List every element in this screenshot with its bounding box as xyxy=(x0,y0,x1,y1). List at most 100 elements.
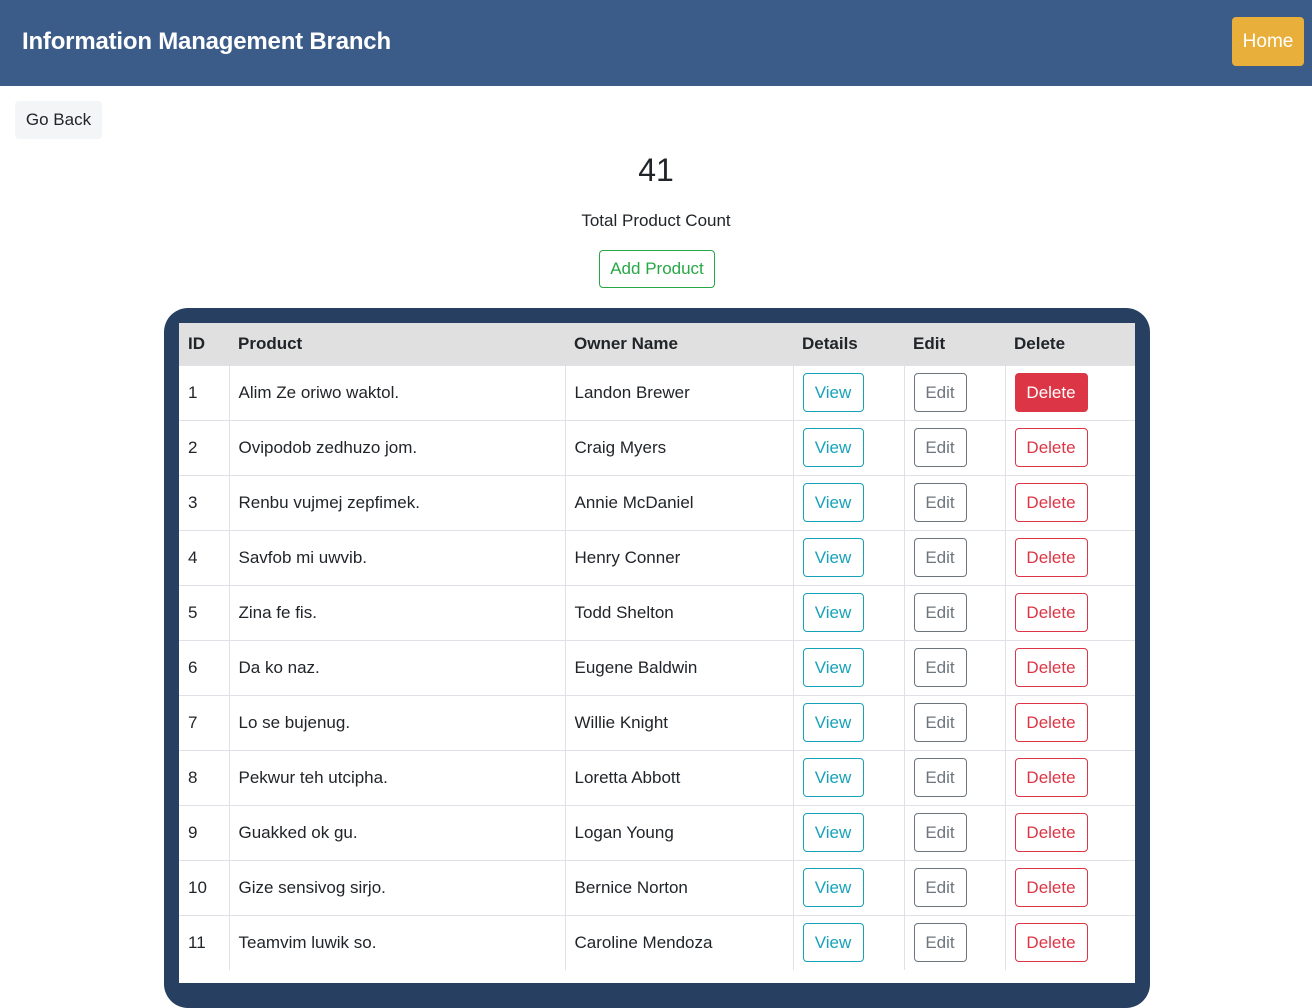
view-button[interactable]: View xyxy=(802,483,864,522)
cell-product: Da ko naz. xyxy=(228,640,565,695)
delete-button[interactable]: Delete xyxy=(1014,538,1088,577)
column-header-id: ID xyxy=(188,333,205,353)
cell-owner-name: Eugene Baldwin xyxy=(564,640,793,695)
cell-owner-name: Bernice Norton xyxy=(564,860,793,915)
cell-details: View xyxy=(792,915,904,970)
view-button[interactable]: View xyxy=(802,593,864,632)
edit-button[interactable]: Edit xyxy=(913,428,967,467)
cell-delete: Delete xyxy=(1004,805,1135,860)
cell-product: Ovipodob zedhuzo jom. xyxy=(228,420,565,475)
cell-edit: Edit xyxy=(903,420,1005,475)
delete-button[interactable]: Delete xyxy=(1014,648,1088,687)
cell-owner-name: Logan Young xyxy=(564,805,793,860)
cell-edit: Edit xyxy=(903,365,1005,420)
delete-button[interactable]: Delete xyxy=(1014,428,1088,467)
table-row: 9 Guakked ok gu. Logan Young View Edit Delete xyxy=(179,805,1135,860)
cell-product: Pekwur teh utcipha. xyxy=(228,750,565,805)
view-button[interactable]: View xyxy=(802,703,864,742)
navbar: Information Management Branch Home xyxy=(0,0,1312,86)
table-row: 1 Alim Ze oriwo waktol. Landon Brewer View E… xyxy=(179,365,1135,420)
edit-button[interactable]: Edit xyxy=(913,758,967,797)
delete-button[interactable]: Delete xyxy=(1014,813,1088,852)
delete-button[interactable]: Delete xyxy=(1014,483,1088,522)
table-row: 10 Gize sensivog sirjo. Bernice Norton View… xyxy=(179,860,1135,915)
cell-delete: Delete xyxy=(1004,915,1135,970)
cell-product: Gize sensivog sirjo. xyxy=(228,860,565,915)
home-button[interactable]: Home xyxy=(1232,17,1304,66)
add-product-button[interactable]: Add Product xyxy=(599,250,715,288)
brand-title[interactable]: Information Management Branch xyxy=(22,28,391,56)
cell-product: Zina fe fis. xyxy=(228,585,565,640)
cell-owner-name: Henry Conner xyxy=(564,530,793,585)
product-table-container: ID Product Owner Name Details Edit Delete 1 Al… xyxy=(179,323,1135,983)
cell-owner-name: Craig Myers xyxy=(564,420,793,475)
cell-delete: Delete xyxy=(1004,530,1135,585)
cell-details: View xyxy=(792,860,904,915)
table-row: 7 Lo se bujenug. Willie Knight View Edit Dele… xyxy=(179,695,1135,750)
delete-button[interactable]: Delete xyxy=(1014,758,1088,797)
cell-edit: Edit xyxy=(903,915,1005,970)
edit-button[interactable]: Edit xyxy=(913,538,967,577)
cell-id: 6 xyxy=(188,657,198,677)
cell-details: View xyxy=(792,585,904,640)
delete-button[interactable]: Delete xyxy=(1014,923,1088,963)
view-button[interactable]: View xyxy=(802,538,864,577)
edit-button[interactable]: Edit xyxy=(913,483,967,522)
cell-id: 5 xyxy=(188,602,198,622)
cell-product: Teamvim luwik so. xyxy=(228,915,565,970)
column-header-product: Product xyxy=(238,333,303,353)
cell-delete: Delete xyxy=(1004,695,1135,750)
cell-details: View xyxy=(792,365,904,420)
cell-id: 10 xyxy=(188,877,207,897)
delete-button[interactable]: Delete xyxy=(1014,868,1088,907)
table-header-row: ID Product Owner Name Details Edit Delete xyxy=(179,323,1135,365)
view-button[interactable]: View xyxy=(802,758,864,797)
cell-delete: Delete xyxy=(1004,585,1135,640)
cell-id: 1 xyxy=(188,382,198,402)
table-row: 11 Teamvim luwik so. Caroline Mendoza View E… xyxy=(179,915,1135,970)
edit-button[interactable]: Edit xyxy=(913,593,967,632)
table-row: 2 Ovipodob zedhuzo jom. Craig Myers View Edi… xyxy=(179,420,1135,475)
edit-button[interactable]: Edit xyxy=(913,648,967,687)
product-count: 41 xyxy=(638,152,674,188)
cell-details: View xyxy=(792,475,904,530)
cell-owner-name: Caroline Mendoza xyxy=(564,915,793,970)
cell-delete: Delete xyxy=(1004,475,1135,530)
view-button[interactable]: View xyxy=(802,428,864,467)
cell-product: Savfob mi uwvib. xyxy=(228,530,565,585)
edit-button[interactable]: Edit xyxy=(913,703,967,742)
cell-product: Renbu vujmej zepfimek. xyxy=(228,475,565,530)
cell-id: 8 xyxy=(188,767,198,787)
cell-details: View xyxy=(792,750,904,805)
view-button[interactable]: View xyxy=(802,813,864,852)
edit-button[interactable]: Edit xyxy=(913,813,967,852)
view-button[interactable]: View xyxy=(802,923,864,963)
cell-product: Alim Ze oriwo waktol. xyxy=(228,365,565,420)
cell-edit: Edit xyxy=(903,695,1005,750)
go-back-button[interactable]: Go Back xyxy=(15,101,102,139)
edit-button[interactable]: Edit xyxy=(913,868,967,907)
cell-id: 11 xyxy=(188,932,206,952)
column-header-owner-name: Owner Name xyxy=(574,333,678,353)
delete-button[interactable]: Delete xyxy=(1014,593,1088,632)
table-row: 6 Da ko naz. Eugene Baldwin View Edit Delete xyxy=(179,640,1135,695)
view-button[interactable]: View xyxy=(802,373,864,412)
edit-button[interactable]: Edit xyxy=(913,923,967,963)
delete-button[interactable]: Delete xyxy=(1014,703,1088,742)
cell-details: View xyxy=(792,805,904,860)
table-row: 3 Renbu vujmej zepfimek. Annie McDaniel Vie… xyxy=(179,475,1135,530)
edit-button[interactable]: Edit xyxy=(913,373,967,412)
cell-id: 4 xyxy=(188,547,198,567)
cell-delete: Delete xyxy=(1004,420,1135,475)
cell-owner-name: Loretta Abbott xyxy=(564,750,793,805)
product-table: ID Product Owner Name Details Edit Delete 1 Al… xyxy=(179,323,1135,970)
cell-owner-name: Annie McDaniel xyxy=(564,475,793,530)
cell-edit: Edit xyxy=(903,640,1005,695)
cell-details: View xyxy=(792,695,904,750)
cell-delete: Delete xyxy=(1004,640,1135,695)
cell-details: View xyxy=(792,420,904,475)
view-button[interactable]: View xyxy=(802,648,864,687)
delete-button[interactable]: Delete xyxy=(1014,373,1088,412)
view-button[interactable]: View xyxy=(802,868,864,907)
cell-owner-name: Landon Brewer xyxy=(564,365,793,420)
